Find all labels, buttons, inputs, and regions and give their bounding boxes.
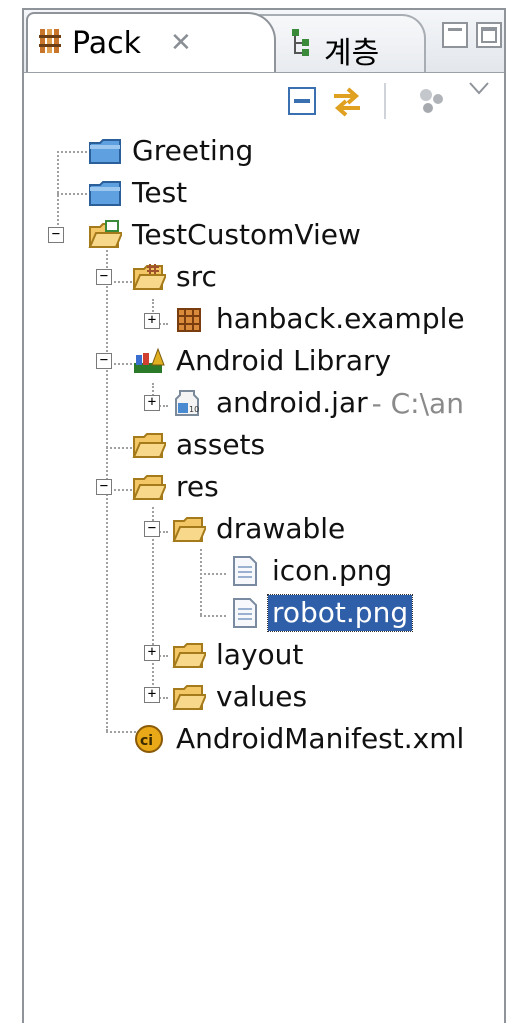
minimize-icon xyxy=(448,28,462,31)
expand-values-toggle[interactable]: + xyxy=(144,687,160,703)
tree-item-label: Android Library xyxy=(176,344,392,377)
tree-item-path: - C:\an xyxy=(371,386,464,420)
tree-item-label-selected: robot.png xyxy=(266,594,414,632)
folder-icon xyxy=(89,139,121,164)
tree-item-label: src xyxy=(176,260,217,293)
tree-item-android-library[interactable]: Android Library xyxy=(132,341,395,381)
tree-item-assets[interactable]: assets xyxy=(132,425,269,465)
expand-jar-toggle[interactable]: + xyxy=(144,395,160,411)
svg-text:10: 10 xyxy=(189,405,199,414)
view-menu-icon[interactable] xyxy=(468,81,490,97)
filters-icon[interactable] xyxy=(416,85,448,117)
collapse-all-icon[interactable] xyxy=(286,85,318,117)
tree-item-label: Test xyxy=(132,176,188,209)
tree-item-label: assets xyxy=(176,428,266,461)
tree-item-label: android.jar xyxy=(216,386,368,419)
tree-item-label: icon.png xyxy=(272,554,393,587)
tree-item-drawable[interactable]: drawable xyxy=(172,509,349,549)
package-icon xyxy=(177,308,201,332)
minimize-button[interactable] xyxy=(442,22,468,48)
tree-item-test[interactable]: Test xyxy=(88,173,191,213)
file-icon xyxy=(233,556,257,586)
tree-line xyxy=(200,615,226,617)
expand-package-toggle[interactable]: + xyxy=(144,313,160,329)
tree-item-robot-png[interactable]: robot.png xyxy=(228,593,414,633)
tree-item-label: drawable xyxy=(216,512,346,545)
tree-line xyxy=(57,193,87,195)
expand-layout-toggle[interactable]: + xyxy=(144,645,160,661)
folder-icon xyxy=(172,517,206,542)
tree-item-greeting[interactable]: Greeting xyxy=(88,131,257,171)
link-with-editor-icon[interactable] xyxy=(330,85,364,119)
tab-package-explorer[interactable]: Pack ✕ xyxy=(26,12,276,72)
view-toolbar xyxy=(24,73,504,135)
tree-item-label: res xyxy=(176,470,219,503)
tree-item-label: layout xyxy=(216,638,304,671)
collapse-src-toggle[interactable]: − xyxy=(96,269,112,285)
svg-text:ci: ci xyxy=(140,733,153,749)
maximize-icon xyxy=(481,27,497,43)
package-explorer-view: 계층 Pack ✕ − − + − + − − + + Greeting Tes… xyxy=(22,8,506,1023)
file-icon xyxy=(233,598,257,628)
view-tab-bar: 계층 Pack ✕ xyxy=(24,10,504,73)
folder-icon xyxy=(172,643,206,668)
toolbar-separator xyxy=(384,83,386,119)
tab-package-label: Pack xyxy=(72,26,141,61)
tree-line xyxy=(200,549,202,615)
xml-file-icon: ci xyxy=(135,725,163,753)
tree-item-label: Greeting xyxy=(132,134,254,167)
tree-item-project[interactable]: TestCustomView xyxy=(88,215,365,255)
collapse-res-toggle[interactable]: − xyxy=(96,479,112,495)
tree-item-src[interactable]: src xyxy=(132,257,221,297)
tree-item-label: TestCustomView xyxy=(132,218,361,251)
collapse-project-toggle[interactable]: − xyxy=(48,227,64,243)
tree-line xyxy=(57,151,59,229)
tree-item-android-jar[interactable]: 10 android.jar - C:\an xyxy=(172,383,464,423)
collapse-drawable-toggle[interactable]: − xyxy=(144,521,160,537)
open-project-folder-icon xyxy=(88,220,122,248)
maximize-button[interactable] xyxy=(476,22,502,48)
tree-line xyxy=(200,573,226,575)
folder-icon xyxy=(89,181,121,206)
folder-icon xyxy=(172,685,206,710)
hierarchy-icon xyxy=(292,29,309,56)
folder-icon xyxy=(132,475,166,500)
collapse-library-toggle[interactable]: − xyxy=(96,353,112,369)
tree-item-values[interactable]: values xyxy=(172,677,311,717)
tab-hierarchy[interactable]: 계층 xyxy=(256,14,426,72)
tree-item-label: values xyxy=(216,680,308,713)
tree-item-label: hanback.example xyxy=(216,302,465,335)
library-icon xyxy=(134,347,165,373)
tree-item-label: AndroidManifest.xml xyxy=(176,722,465,755)
tree-line xyxy=(57,151,87,153)
jar-icon: 10 xyxy=(175,390,199,416)
tab-hierarchy-label: 계층 xyxy=(324,36,380,71)
tree-item-icon-png[interactable]: icon.png xyxy=(228,551,396,591)
tree-item-manifest[interactable]: ci AndroidManifest.xml xyxy=(132,719,468,759)
close-tab-icon[interactable]: ✕ xyxy=(170,28,192,58)
tree-item-layout[interactable]: layout xyxy=(172,635,307,675)
source-folder-icon xyxy=(132,264,166,290)
folder-icon xyxy=(132,433,166,458)
tree-item-package[interactable]: hanback.example xyxy=(172,299,469,339)
tree-item-res[interactable]: res xyxy=(132,467,223,507)
package-explorer-icon xyxy=(39,29,61,53)
